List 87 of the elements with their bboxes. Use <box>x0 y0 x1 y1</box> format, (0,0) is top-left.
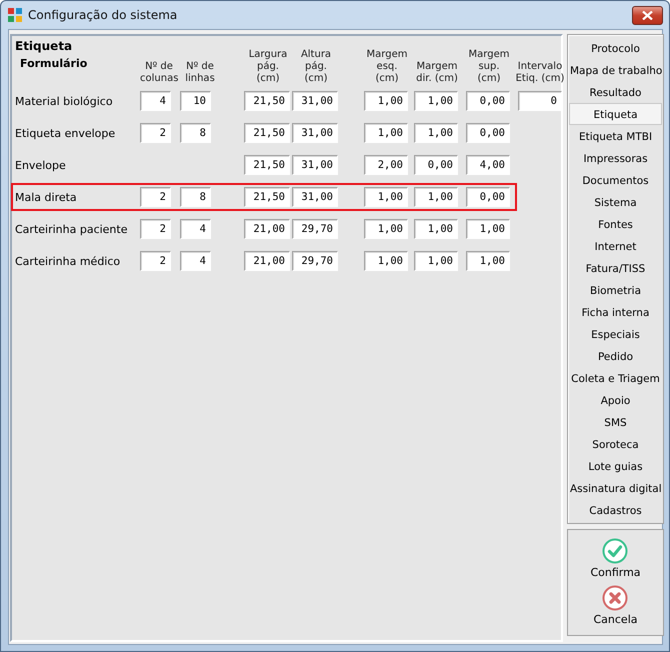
close-button[interactable] <box>632 6 663 25</box>
input-field[interactable]: 0,00 <box>466 123 510 143</box>
column-header: Margem dir. (cm) <box>415 61 459 85</box>
cancel-button[interactable]: Cancela <box>591 613 640 626</box>
sidebar-item[interactable]: Ficha interna <box>569 301 662 323</box>
row-label: Etiqueta envelope <box>15 126 116 140</box>
window-title: Configuração do sistema <box>28 8 178 22</box>
sidebar-item[interactable]: SMS <box>569 411 662 433</box>
column-header: Largura pág. (cm) <box>248 49 288 85</box>
input-field[interactable]: 1,00 <box>466 219 510 239</box>
input-field[interactable]: 2 <box>140 251 171 271</box>
sidebar-item[interactable]: Fontes <box>569 213 662 235</box>
column-header: Intervalo Etiq. (cm) <box>515 61 565 85</box>
sidebar-item[interactable]: Lote guias <box>569 455 662 477</box>
input-field[interactable]: 2 <box>140 219 171 239</box>
input-field[interactable]: 10 <box>180 91 211 111</box>
sidebar-item[interactable]: Assinatura digital <box>569 477 662 499</box>
input-field[interactable]: 21,00 <box>244 251 290 271</box>
sidebar-item[interactable]: Resultado <box>569 81 662 103</box>
input-field[interactable]: 31,00 <box>292 91 338 111</box>
input-field[interactable]: 1,00 <box>364 251 408 271</box>
row-label: Carteirinha paciente <box>15 222 128 236</box>
column-header: Margem sup. (cm) <box>468 49 510 85</box>
input-field[interactable]: 31,00 <box>292 123 338 143</box>
input-field[interactable]: 1,00 <box>364 187 408 207</box>
input-field[interactable]: 1,00 <box>364 123 408 143</box>
input-field[interactable]: 8 <box>180 123 211 143</box>
input-field[interactable]: 2 <box>140 187 171 207</box>
input-field[interactable]: 21,50 <box>244 91 290 111</box>
input-field[interactable]: 1,00 <box>364 219 408 239</box>
column-header: Nº de colunas <box>140 61 178 85</box>
input-field[interactable]: 29,70 <box>292 251 338 271</box>
check-icon <box>602 538 628 564</box>
input-field[interactable]: 1,00 <box>414 251 458 271</box>
input-field[interactable]: 0,00 <box>466 91 510 111</box>
input-field[interactable]: 2,00 <box>364 155 408 175</box>
input-field[interactable]: 1,00 <box>414 123 458 143</box>
input-field[interactable]: 1,00 <box>414 91 458 111</box>
close-icon <box>642 11 653 20</box>
sidebar-item[interactable]: Biometria <box>569 279 662 301</box>
column-header: Nº de linhas <box>184 61 216 85</box>
section-title: Etiqueta <box>15 39 72 55</box>
confirm-button[interactable]: Confirma <box>588 566 643 579</box>
input-field[interactable]: 8 <box>180 187 211 207</box>
sidebar-item[interactable]: Apoio <box>569 389 662 411</box>
sidebar-item[interactable]: Etiqueta <box>569 103 662 125</box>
input-field[interactable]: 0,00 <box>414 155 458 175</box>
input-field[interactable]: 0 <box>518 91 562 111</box>
input-field[interactable]: 31,00 <box>292 155 338 175</box>
row-label: Carteirinha médico <box>15 254 122 268</box>
sidebar-item[interactable]: Soroteca <box>569 433 662 455</box>
sidebar-item[interactable]: Cadastros <box>569 499 662 521</box>
input-field[interactable]: 21,50 <box>244 123 290 143</box>
cancel-icon <box>602 585 628 611</box>
sidebar-item[interactable]: Coleta e Triagem <box>569 367 662 389</box>
sidebar-item[interactable]: Especiais <box>569 323 662 345</box>
form-heading: Formulário <box>19 57 88 70</box>
sidebar-item[interactable]: Protocolo <box>569 37 662 59</box>
sidebar-item[interactable]: Etiqueta MTBI <box>569 125 662 147</box>
row-label: Envelope <box>15 158 67 172</box>
input-field[interactable]: 2 <box>140 123 171 143</box>
input-field[interactable]: 4 <box>140 91 171 111</box>
row-label: Material biológico <box>15 94 114 108</box>
input-field[interactable]: 4 <box>180 219 211 239</box>
app-icon <box>8 8 22 22</box>
input-field[interactable]: 29,70 <box>292 219 338 239</box>
sidebar-item[interactable]: Documentos <box>569 169 662 191</box>
input-field[interactable]: 21,50 <box>244 155 290 175</box>
input-field[interactable]: 4,00 <box>466 155 510 175</box>
row-label: Mala direta <box>15 190 78 204</box>
input-field[interactable]: 1,00 <box>466 251 510 271</box>
input-field[interactable]: 1,00 <box>414 219 458 239</box>
input-field[interactable]: 1,00 <box>364 91 408 111</box>
input-field[interactable]: 21,00 <box>244 219 290 239</box>
sidebar-item[interactable]: Fatura/TISS <box>569 257 662 279</box>
input-field[interactable]: 4 <box>180 251 211 271</box>
input-field[interactable]: 21,50 <box>244 187 290 207</box>
input-field[interactable]: 0,00 <box>466 187 510 207</box>
sidebar-item[interactable]: Impressoras <box>569 147 662 169</box>
column-header: Altura pág. (cm) <box>300 49 332 85</box>
sidebar-item[interactable]: Internet <box>569 235 662 257</box>
input-field[interactable]: 1,00 <box>414 187 458 207</box>
sidebar-item[interactable]: Pedido <box>569 345 662 367</box>
sidebar-item[interactable]: Mapa de trabalho <box>569 59 662 81</box>
input-field[interactable]: 31,00 <box>292 187 338 207</box>
sidebar-item[interactable]: Sistema <box>569 191 662 213</box>
column-header: Margem esq. (cm) <box>366 49 408 85</box>
